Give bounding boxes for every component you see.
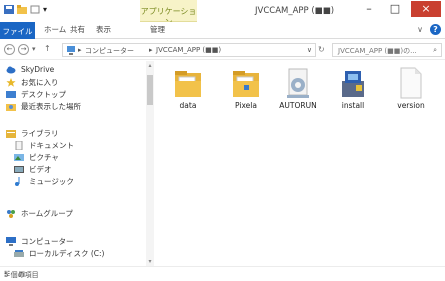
nav-item-skydrive[interactable]: SkyDrive <box>6 65 54 74</box>
file-item[interactable]: install <box>327 65 379 110</box>
file-name: version <box>397 101 425 110</box>
search-icon[interactable]: ⌕ <box>433 46 437 55</box>
address-bar[interactable]: ▸ コンピューター ▸ JVCCAM_APP (■■) ∨ <box>62 43 316 57</box>
window-title: JVCCAM_APP (■■) <box>255 6 335 16</box>
navigation-pane: SkyDrive お気に入り デスクトップ 最近表示した場所 ライブラリ ドキュ… <box>0 61 146 266</box>
title-bar: ▾ アプリケーション JVCCAM_APP (■■) – □ × <box>0 0 445 27</box>
app-icon[interactable] <box>30 5 40 14</box>
refresh-button[interactable]: ↻ <box>318 45 325 54</box>
scroll-down-arrow[interactable]: ▾ <box>146 258 154 265</box>
tab-view[interactable]: 表示 <box>96 24 111 35</box>
file-item[interactable]: data <box>162 65 214 110</box>
file-item[interactable]: AUTORUN <box>272 65 324 110</box>
breadcrumb-computer[interactable]: コンピューター <box>85 46 134 56</box>
file-icon <box>400 67 422 99</box>
nav-item-label: ピクチャ <box>29 153 59 162</box>
nav-item-label: ホームグループ <box>21 209 73 218</box>
address-row: ← → ▾ ↑ ▸ コンピューター ▸ JVCCAM_APP (■■) ∨ ↻ … <box>0 40 445 60</box>
library-icon <box>6 130 16 138</box>
cloud-icon <box>6 66 16 74</box>
address-dropdown[interactable]: ∨ <box>307 46 312 54</box>
nav-item-label: ライブラリ <box>21 129 59 138</box>
quick-access-dropdown[interactable]: ▾ <box>43 5 47 14</box>
nav-item-label: ビデオ <box>29 165 52 174</box>
tab-manage[interactable]: 管理 <box>150 24 165 35</box>
status-bar: 5 個の項目 ☷ ▤ <box>0 266 445 281</box>
navigation-scrollbar[interactable]: ▴ ▾ <box>146 61 154 266</box>
forward-button[interactable]: → <box>18 44 29 55</box>
back-button[interactable]: ← <box>4 44 15 55</box>
help-button[interactable]: ? <box>430 24 441 35</box>
history-dropdown[interactable]: ▾ <box>32 45 36 53</box>
search-box[interactable]: JVCCAM_APP (■■)の... ⌕ <box>332 43 442 57</box>
window-controls: – □ × <box>359 1 441 17</box>
search-placeholder: JVCCAM_APP (■■)の... <box>338 47 417 55</box>
installer-icon <box>342 71 364 97</box>
expand-ribbon-button[interactable]: ∨ <box>417 25 423 34</box>
breadcrumb-sep: ▸ <box>78 46 82 54</box>
breadcrumb-current[interactable]: JVCCAM_APP (■■) <box>156 46 221 54</box>
file-name: install <box>341 101 365 110</box>
nav-item-computer[interactable]: コンピューター <box>6 236 74 247</box>
nav-item-documents[interactable]: ドキュメント <box>14 140 74 151</box>
disk-icon <box>14 250 24 257</box>
nav-item-label: ドキュメント <box>29 141 74 150</box>
recent-icon <box>6 104 16 111</box>
nav-item-desktop[interactable]: デスクトップ <box>6 89 66 100</box>
nav-item-homegroup[interactable]: ホームグループ <box>6 208 73 219</box>
homegroup-icon <box>7 210 15 218</box>
ribbon: ファイル ホーム 共有 表示 管理 ∨ ? <box>0 22 445 39</box>
nav-item-label: ローカルディスク (C:) <box>29 249 105 258</box>
view-toggle-icons[interactable]: ☷ ▤ <box>4 270 439 278</box>
file-item[interactable]: Pixela <box>220 65 272 110</box>
up-button[interactable]: ↑ <box>44 44 51 53</box>
desktop-icon <box>6 91 16 98</box>
nav-item-pictures[interactable]: ピクチャ <box>14 152 59 163</box>
nav-item-libraries[interactable]: ライブラリ <box>6 128 59 139</box>
file-name: AUTORUN <box>279 101 317 110</box>
nav-item-recent[interactable]: 最近表示した場所 <box>6 101 81 112</box>
star-icon <box>6 78 16 87</box>
maximize-button[interactable]: □ <box>385 1 405 17</box>
settings-file-icon <box>287 68 309 98</box>
file-item[interactable]: version <box>385 65 437 110</box>
nav-item-label: 最近表示した場所 <box>21 102 81 111</box>
folder-icon <box>175 71 201 97</box>
computer-icon <box>6 237 16 246</box>
documents-icon <box>15 141 23 150</box>
scroll-thumb[interactable] <box>147 75 153 105</box>
nav-item-label: デスクトップ <box>21 90 66 99</box>
folder-small-icon[interactable] <box>17 5 27 14</box>
music-icon <box>15 177 20 186</box>
minimize-button[interactable]: – <box>359 1 379 17</box>
folder-icon <box>233 71 259 97</box>
nav-item-label: お気に入り <box>21 78 59 87</box>
scroll-up-arrow[interactable]: ▴ <box>146 62 154 69</box>
context-tab-header[interactable]: アプリケーション <box>140 0 197 27</box>
nav-item-local-disk[interactable]: ローカルディスク (C:) <box>14 248 104 259</box>
file-name: data <box>179 101 197 110</box>
nav-item-music[interactable]: ミュージック <box>14 176 74 187</box>
computer-small-icon <box>67 46 75 55</box>
nav-item-label: ミュージック <box>29 177 74 186</box>
file-name: Pixela <box>235 101 257 110</box>
pictures-icon <box>14 154 24 161</box>
nav-item-label: SkyDrive <box>21 65 55 74</box>
nav-item-videos[interactable]: ビデオ <box>14 164 52 175</box>
tab-share[interactable]: 共有 <box>70 24 85 35</box>
file-list: data Pixela AUTORUN install version <box>156 61 445 266</box>
close-button[interactable]: × <box>411 1 441 17</box>
nav-item-label: コンピューター <box>21 237 74 246</box>
tab-file[interactable]: ファイル <box>0 22 35 39</box>
breadcrumb-sep: ▸ <box>149 46 153 54</box>
save-icon[interactable] <box>4 5 14 14</box>
videos-icon <box>14 166 24 173</box>
quick-access-toolbar: ▾ <box>4 5 47 14</box>
tab-home[interactable]: ホーム <box>44 24 66 35</box>
nav-item-favorites[interactable]: お気に入り <box>6 77 59 88</box>
